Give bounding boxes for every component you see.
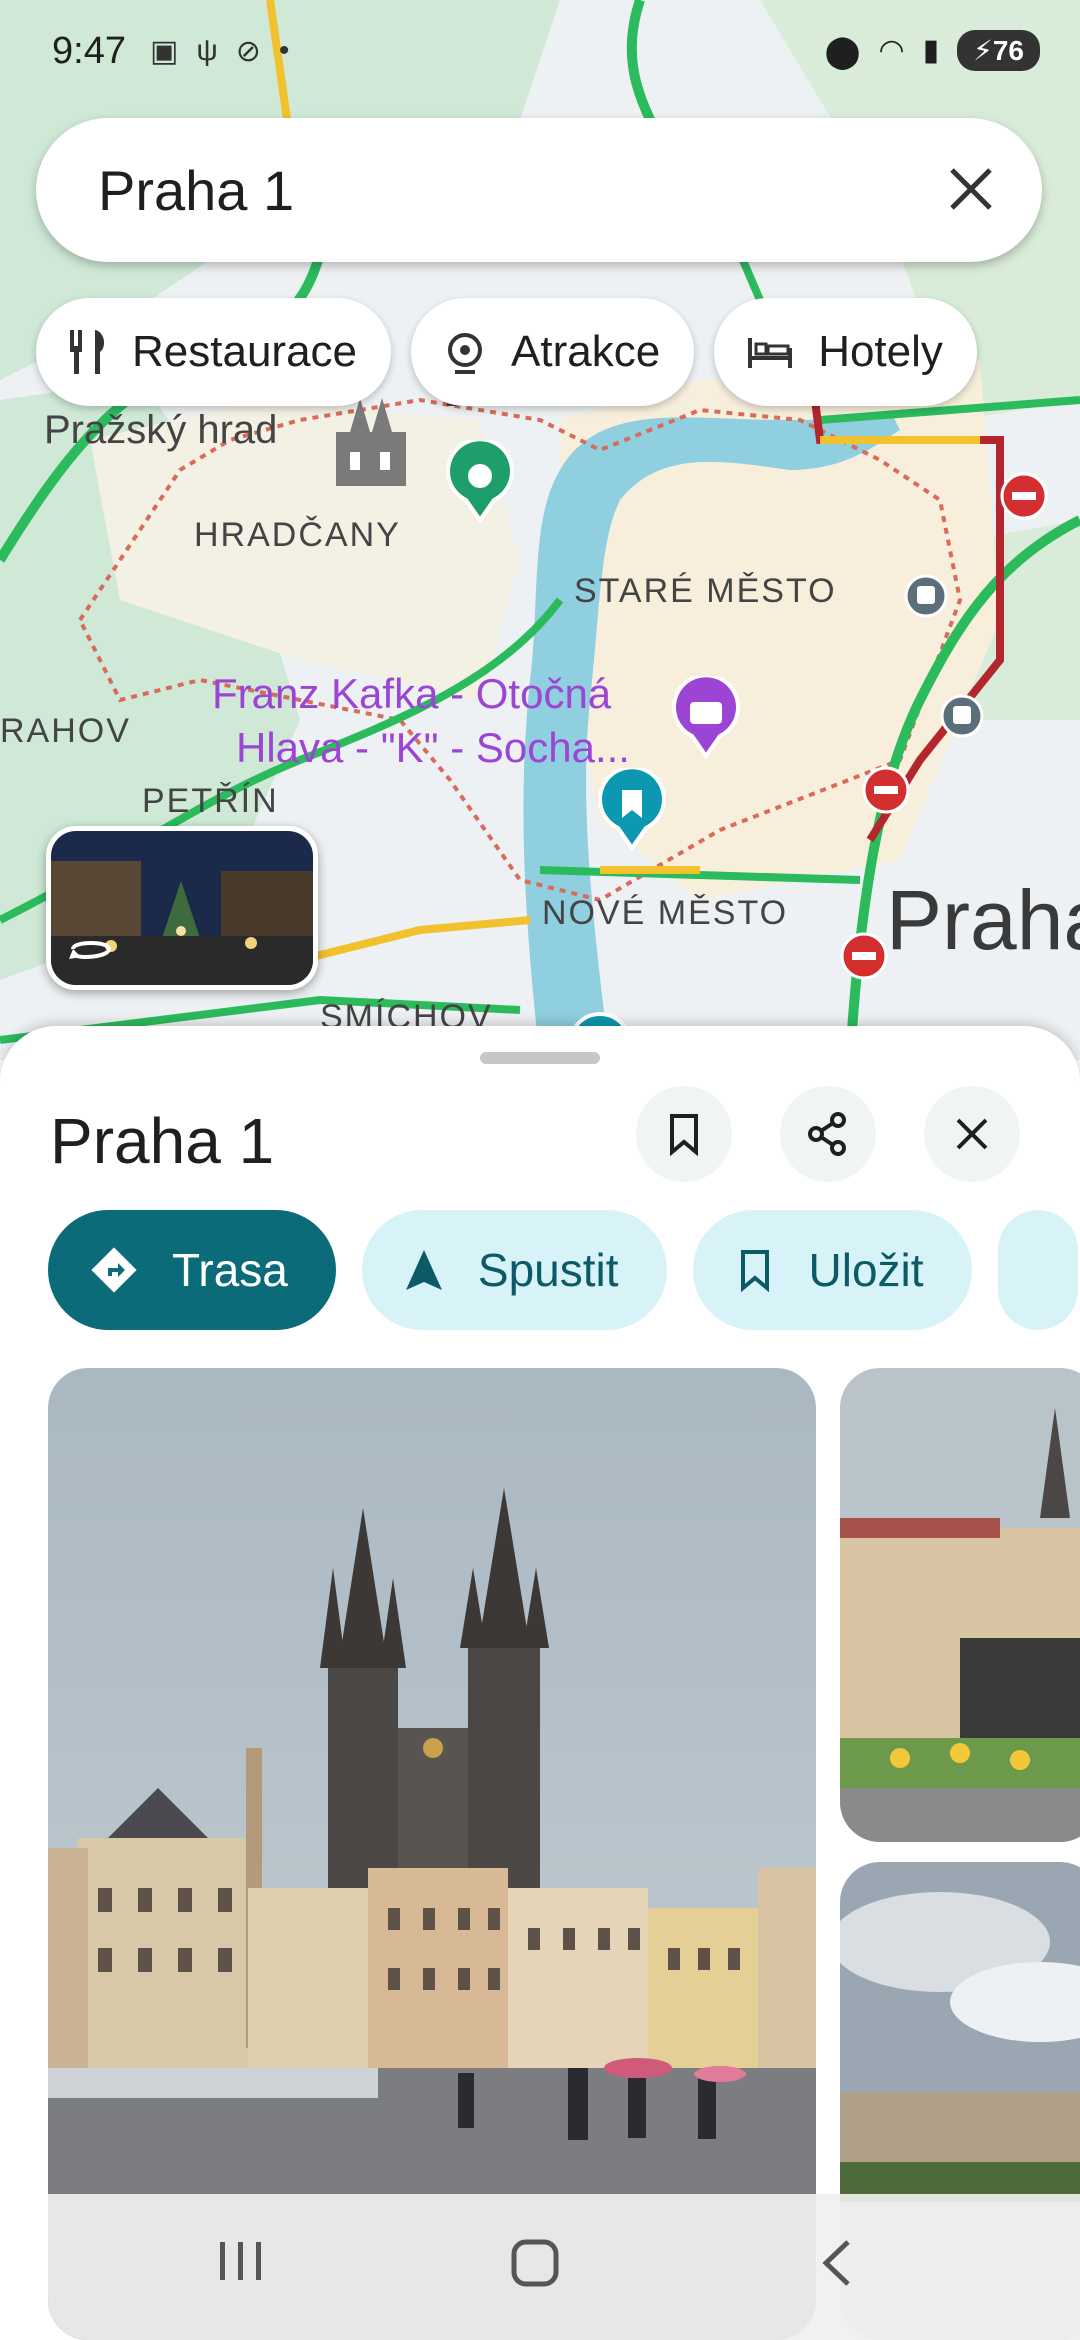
signal-icon: ▮ [922,34,940,67]
status-time: 9:47 [52,30,126,72]
kafka-photo-pin-icon[interactable] [670,676,742,760]
chip-label: Restaurace [132,327,358,376]
bookmark-icon [670,1114,698,1156]
chip-label: Hotely [818,327,943,376]
no-entry-icon [1000,472,1048,520]
usb-icon: ψ [196,34,218,67]
no-entry-icon [840,932,888,980]
action-buttons: Trasa Spustit Uložit [48,1210,1078,1330]
back-icon[interactable] [818,2236,858,2290]
more-actions-button[interactable] [997,1210,1078,1330]
chip-hotels[interactable]: Hotely [714,298,977,406]
search-bar[interactable]: Praha 1 [36,118,1042,262]
sheet-drag-handle[interactable] [480,1052,600,1064]
battery-level: 76 [992,35,1024,66]
map-label-nove-mesto[interactable]: NOVÉ MĚSTO [542,894,788,933]
home-icon[interactable] [508,2236,562,2290]
map-label-kafka-line1[interactable]: Franz Kafka - Otočná [212,670,611,718]
share-icon [808,1112,846,1156]
park-pin-icon[interactable] [444,440,516,524]
saved-place-pin-icon[interactable] [596,768,668,852]
search-query[interactable]: Praha 1 [98,158,294,223]
rotate-360-icon [69,941,112,959]
status-system-icons: ⬤ ◠ ▮ ⚡76 [825,30,1040,71]
map-label-stare-mesto[interactable]: STARÉ MĚSTO [574,572,837,611]
old-town-square-image [840,1368,1080,1842]
place-photo-2[interactable] [840,1368,1080,1842]
bed-icon [748,338,793,368]
location-icon: ⬤ [824,32,861,69]
map-label-praha[interactable]: Praha [886,872,1080,969]
save-label: Uložit [808,1244,924,1296]
clear-search-icon[interactable] [944,162,998,216]
close-sheet-button[interactable] [924,1086,1020,1182]
status-bar: 9:47 ▣ ψ ⊘ • ⬤ ◠ ▮ ⚡76 [0,0,1080,100]
directions-label: Trasa [172,1244,288,1296]
street-view-thumbnail[interactable] [46,826,318,990]
status-notification-icons: ▣ ψ ⊘ • [150,34,289,69]
directions-button[interactable]: Trasa [48,1210,336,1330]
fork-knife-icon [70,330,105,374]
tram-stop-icon[interactable] [904,574,948,618]
share-button[interactable] [780,1086,876,1182]
save-place-button[interactable] [636,1086,732,1182]
chip-label: Atrakce [511,327,661,376]
battery-indicator: ⚡76 [957,30,1040,71]
dot-icon: • [278,34,290,67]
wifi-icon: ◠ [878,34,905,67]
map-label-kafka-line2[interactable]: Hlava - "K" - Socha... [236,724,630,772]
screenshot-icon: ▣ [150,35,179,68]
place-bottom-sheet[interactable]: Praha 1 Trasa Spustit Uložit [0,1026,1080,2340]
castle-landmark-icon[interactable] [330,392,412,492]
chip-restaurants[interactable]: Restaurace [36,298,392,406]
system-navigation-bar [48,2194,1080,2340]
recent-apps-icon[interactable] [214,2236,268,2286]
no-entry-icon [862,766,910,814]
bookmark-icon [740,1250,769,1292]
navigation-arrow-icon [405,1250,442,1290]
charging-icon: ⚡ [973,35,993,66]
map-label-prazsky-hrad[interactable]: Pražský hrad [44,408,277,453]
attraction-icon [448,333,483,374]
tram-stop-icon[interactable] [940,694,984,738]
category-chips: Restaurace Atrakce Hotely [36,298,977,406]
map-label-rahov[interactable]: RAHOV [0,712,131,751]
chip-attractions[interactable]: Atrakce [411,298,695,406]
directions-icon [91,1247,137,1293]
place-title: Praha 1 [50,1105,275,1177]
close-icon [956,1118,988,1150]
start-button[interactable]: Spustit [361,1210,667,1330]
start-label: Spustit [477,1244,619,1296]
save-button[interactable]: Uložit [692,1210,972,1330]
map-label-hradcany[interactable]: HRADČANY [194,516,401,555]
link-icon: ⊘ [235,35,261,68]
map-label-petrin[interactable]: PETŘÍN [142,782,279,821]
